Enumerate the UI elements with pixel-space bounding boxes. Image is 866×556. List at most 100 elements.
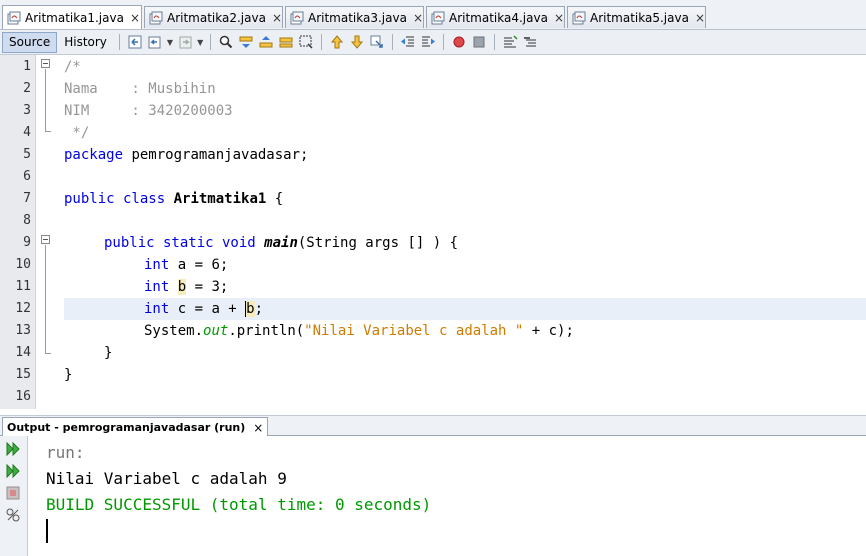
forward-icon[interactable] [175,32,195,52]
tab-aritmatika2[interactable]: Aritmatika2.java × [144,6,283,28]
close-icon[interactable]: × [266,11,282,25]
code-line-10: int a = 6; [144,254,228,276]
line-number: 7 [23,191,31,206]
fold-toggle-icon[interactable] [41,235,50,244]
tab-label: Aritmatika2.java [167,10,266,25]
previous-bookmark-icon[interactable] [327,32,347,52]
back-icon[interactable] [145,32,165,52]
keyword: public class [64,191,166,207]
find-previous-icon[interactable] [236,32,256,52]
shift-right-icon[interactable] [418,32,438,52]
line-number: 5 [23,147,31,162]
code-text-segment: pemrogramanjavadasar; [123,147,309,163]
settings-icon[interactable] [4,506,22,524]
output-run-line: run: [46,443,85,462]
fold-guide-end [45,131,51,132]
line-number: 1 [23,59,31,74]
shift-left-icon[interactable] [398,32,418,52]
uncomment-icon[interactable] [520,32,540,52]
java-file-icon [431,11,445,25]
code-text-segment: ; [254,301,264,317]
toggle-bookmark-icon[interactable] [367,32,387,52]
stop-macro-recording-icon[interactable] [469,32,489,52]
chevron-down-icon[interactable]: ▼ [197,38,203,47]
output-build-status: BUILD SUCCESSFUL (total time: 0 seconds) [46,495,432,514]
find-next-icon[interactable] [256,32,276,52]
code-line-4: */ [64,125,90,141]
toolbar-separator [118,34,120,50]
editor-tab-bar: Aritmatika1.java × Aritmatika2.java × Ar… [0,0,866,30]
start-macro-recording-icon[interactable] [449,32,469,52]
code-text-segment: { [266,191,284,207]
rectangular-selection-icon[interactable] [296,32,316,52]
line-number: 11 [15,279,31,294]
tab-aritmatika5[interactable]: Aritmatika5.java × [567,6,706,28]
tab-aritmatika1[interactable]: Aritmatika1.java × [2,5,142,29]
line-number: 2 [23,81,31,96]
code-fold-column [37,55,57,409]
output-message-line: Nilai Variabel c adalah 9 [46,469,287,488]
tab-label: Aritmatika3.java [308,10,407,25]
output-tab-bar: Output - pemrogramanjavadasar (run) × [0,415,866,437]
code-line-2: Nama : Musbihin [64,81,216,97]
keyword: int [144,257,170,273]
code-line-12: int c = a + b; [144,298,263,320]
fold-guide [45,69,46,131]
source-button[interactable]: Source [2,31,58,53]
close-icon[interactable]: × [689,11,705,25]
code-text-segment: .println( [228,323,305,339]
fold-guide [45,245,46,353]
code-text-segment: (String args [] ) { [297,235,459,251]
toolbar-separator [443,34,445,50]
line-number: 6 [23,169,31,184]
toolbar-separator [321,34,323,50]
code-line-5: package pemrogramanjavadasar; [64,144,308,166]
java-file-icon [149,11,163,25]
class-name: Aritmatika1 [173,191,267,207]
java-file-icon [572,11,586,25]
chevron-down-icon[interactable]: ▼ [167,38,173,47]
keyword: public static void [104,235,256,251]
keyword: int [144,279,170,295]
java-file-icon [290,11,304,25]
tab-aritmatika3[interactable]: Aritmatika3.java × [285,6,424,28]
code-text[interactable]: /* Nama : Musbihin NIM : 3420200003 */ p… [64,55,866,409]
static-field: out [203,323,229,339]
code-line-11: int b = 3; [144,276,228,298]
output-console[interactable]: run: Nilai Variabel c adalah 9 BUILD SUC… [29,436,866,556]
stop-icon[interactable] [4,484,22,502]
history-button[interactable]: History [57,32,114,53]
tab-label: Aritmatika1.java [25,10,124,25]
editor-toolbar: Source History ▼ ▼ [0,30,866,55]
keyword: int [144,301,170,317]
toolbar-separator [210,34,212,50]
close-icon[interactable]: × [253,421,263,435]
close-icon[interactable]: × [548,11,564,25]
rerun-icon[interactable] [4,440,22,458]
close-icon[interactable]: × [407,11,423,25]
toolbar-separator [494,34,496,50]
line-number: 4 [23,125,31,140]
find-selection-icon[interactable] [216,32,236,52]
code-line-9: public static void main(String args [] )… [104,232,458,254]
code-text-segment: + c); [523,323,574,339]
code-line-3: NIM : 3420200003 [64,103,233,119]
code-line-1: /* [64,59,81,75]
close-icon[interactable]: × [124,11,140,25]
toggle-highlight-icon[interactable] [276,32,296,52]
comment-icon[interactable] [500,32,520,52]
tab-label: Aritmatika5.java [590,10,689,25]
last-edit-icon[interactable] [125,32,145,52]
java-file-icon [7,11,21,25]
output-side-toolbar [0,436,28,556]
code-line-7: public class Aritmatika1 { [64,188,283,210]
code-text-segment: = 3; [186,279,229,295]
rerun-with-parameters-icon[interactable] [4,462,22,480]
next-bookmark-icon[interactable] [347,32,367,52]
output-tab-label: Output - pemrogramanjavadasar (run) [7,421,246,434]
tab-output[interactable]: Output - pemrogramanjavadasar (run) × [2,417,269,437]
code-editor[interactable]: 1 2 3 4 5 6 7 8 9 10 11 12 13 14 15 16 /… [0,55,866,409]
tab-aritmatika4[interactable]: Aritmatika4.java × [426,6,565,28]
line-number-gutter: 1 2 3 4 5 6 7 8 9 10 11 12 13 14 15 16 [0,55,36,409]
fold-toggle-icon[interactable] [41,59,50,68]
